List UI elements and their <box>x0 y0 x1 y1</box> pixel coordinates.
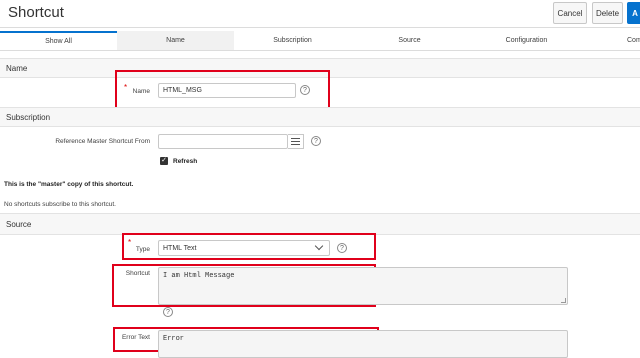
tab-source[interactable]: Source <box>351 31 468 50</box>
list-of-values-icon[interactable] <box>288 134 304 149</box>
error-text-textarea[interactable]: Error <box>158 330 568 358</box>
type-label: Type <box>135 246 150 253</box>
delete-button[interactable]: Delete <box>592 2 623 24</box>
section-header-source: Source <box>0 213 640 235</box>
help-icon[interactable]: ? <box>337 243 347 253</box>
page-title: Shortcut <box>8 4 64 21</box>
tab-subscription[interactable]: Subscription <box>234 31 351 50</box>
shortcut-label: Shortcut <box>125 270 150 277</box>
reference-master-label: Reference Master Shortcut From <box>55 138 150 145</box>
cancel-button[interactable]: Cancel <box>553 2 587 24</box>
name-label: Name <box>132 88 150 95</box>
help-icon[interactable]: ? <box>311 136 321 146</box>
error-text-label: Error Text <box>121 334 150 341</box>
section-header-subscription: Subscription <box>0 107 640 127</box>
apply-changes-button[interactable]: A <box>627 2 640 24</box>
help-icon[interactable]: ? <box>300 85 310 95</box>
shortcut-textarea[interactable]: I am Html Message <box>158 267 568 305</box>
tab-comments[interactable]: Com <box>585 31 640 50</box>
name-input[interactable]: HTML_MSG <box>158 83 296 98</box>
type-select[interactable]: HTML Text <box>158 240 330 256</box>
master-copy-note: This is the "master" copy of this shortc… <box>4 181 134 188</box>
page-header: Shortcut Cancel Delete A <box>0 0 640 28</box>
reference-master-input[interactable] <box>158 134 288 149</box>
resize-handle-icon[interactable] <box>561 298 566 303</box>
tab-show-all[interactable]: Show All <box>0 31 117 50</box>
no-subscribers-note: No shortcuts subscribe to this shortcut. <box>4 201 116 208</box>
region-tabs: Show All Name Subscription Source Config… <box>0 31 640 51</box>
required-marker: * <box>124 83 128 92</box>
refresh-checkbox[interactable]: ✓ <box>160 157 168 165</box>
tab-name[interactable]: Name <box>117 31 234 50</box>
tab-configuration[interactable]: Configuration <box>468 31 585 50</box>
refresh-label: Refresh <box>173 158 198 165</box>
help-icon[interactable]: ? <box>163 307 173 317</box>
